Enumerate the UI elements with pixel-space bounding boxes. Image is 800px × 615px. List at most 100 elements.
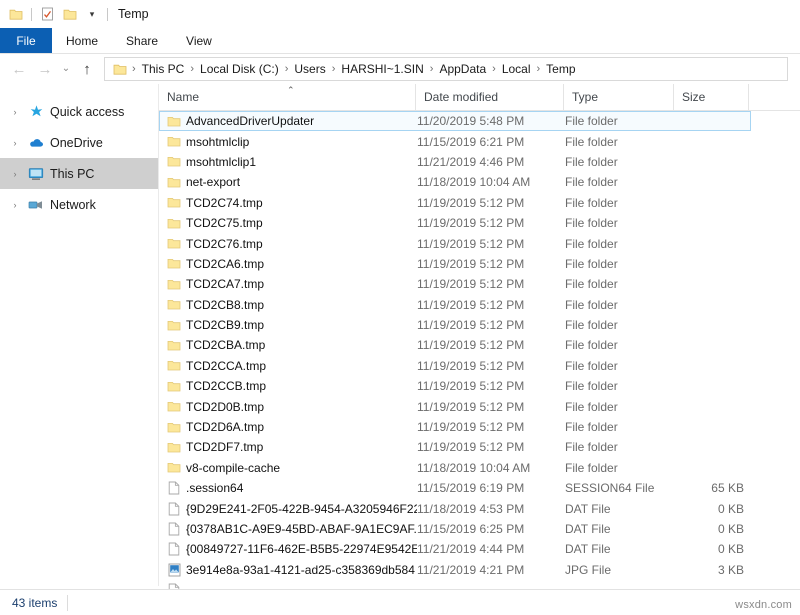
date-modified-cell: 11/19/2019 5:12 PM bbox=[417, 257, 565, 271]
tab-home[interactable]: Home bbox=[52, 28, 112, 53]
file-type-cell: File folder bbox=[565, 135, 675, 149]
file-icon bbox=[160, 522, 182, 536]
file-type-cell: File folder bbox=[565, 114, 675, 128]
file-name-cell: TCD2C75.tmp bbox=[182, 216, 417, 230]
breadcrumb-appdata[interactable]: AppData bbox=[434, 62, 491, 76]
file-size-cell: 65 KB bbox=[675, 481, 750, 495]
date-modified-cell: 11/19/2019 5:12 PM bbox=[417, 216, 565, 230]
folder-icon bbox=[160, 339, 182, 352]
recent-locations-button[interactable]: ⌄ bbox=[58, 56, 74, 82]
table-row[interactable]: v8-compile-cache11/18/2019 10:04 AMFile … bbox=[159, 458, 751, 478]
table-row[interactable]: {0378AB1C-A9E9-45BD-ABAF-9A1EC9AF...11/1… bbox=[159, 519, 751, 539]
sidebar-item-quick-access[interactable]: › Quick access bbox=[0, 96, 158, 127]
image-icon bbox=[160, 563, 182, 577]
ribbon-tab-bar: File Home Share View bbox=[0, 28, 800, 53]
table-row[interactable]: {9D29E241-2F05-422B-9454-A3205946F22...1… bbox=[159, 498, 751, 518]
expand-chevron-icon[interactable]: › bbox=[6, 107, 24, 117]
file-icon bbox=[160, 481, 182, 495]
table-row[interactable]: msohtmlclip11/15/2019 6:21 PMFile folder bbox=[159, 131, 751, 151]
table-row[interactable]: TCD2CCB.tmp11/19/2019 5:12 PMFile folder bbox=[159, 376, 751, 396]
file-name-cell: {0378AB1C-A9E9-45BD-ABAF-9A1EC9AF... bbox=[182, 522, 417, 536]
table-row[interactable]: TCD2C74.tmp11/19/2019 5:12 PMFile folder bbox=[159, 193, 751, 213]
table-row[interactable]: TCD2CB8.tmp11/19/2019 5:12 PMFile folder bbox=[159, 295, 751, 315]
file-icon bbox=[160, 502, 182, 516]
date-modified-cell: 11/19/2019 5:12 PM bbox=[417, 400, 565, 414]
date-modified-cell: 11/19/2019 5:12 PM bbox=[417, 196, 565, 210]
file-size-cell: 0 KB bbox=[675, 502, 750, 516]
file-type-cell: File folder bbox=[565, 155, 675, 169]
new-folder-icon[interactable] bbox=[61, 5, 79, 23]
breadcrumb-local-disk[interactable]: Local Disk (C:) bbox=[195, 62, 284, 76]
table-row[interactable]: TCD2D6A.tmp11/19/2019 5:12 PMFile folder bbox=[159, 417, 751, 437]
column-header-date-modified[interactable]: Date modified bbox=[416, 84, 564, 110]
qat-divider bbox=[31, 8, 32, 21]
table-row[interactable]: TCD2CCA.tmp11/19/2019 5:12 PMFile folder bbox=[159, 356, 751, 376]
properties-icon[interactable] bbox=[38, 5, 56, 23]
column-header-type-label: Type bbox=[572, 90, 598, 104]
column-header-name[interactable]: Name ⌃ bbox=[159, 84, 416, 110]
column-header-size-label: Size bbox=[682, 90, 705, 104]
column-header-type[interactable]: Type bbox=[564, 84, 674, 110]
back-button[interactable]: ← bbox=[6, 56, 32, 82]
item-count-label: 43 items bbox=[0, 596, 57, 610]
file-name-cell: msohtmlclip1 bbox=[182, 155, 417, 169]
customize-quick-access-chevron-icon[interactable]: ▾ bbox=[83, 5, 101, 23]
table-row[interactable]: TCD2D0B.tmp11/19/2019 5:12 PMFile folder bbox=[159, 396, 751, 416]
address-input[interactable]: › This PC › Local Disk (C:) › Users › HA… bbox=[104, 57, 788, 81]
date-modified-cell: 11/21/2019 4:21 PM bbox=[417, 563, 565, 577]
folder-icon bbox=[160, 278, 182, 291]
file-type-cell: File folder bbox=[565, 338, 675, 352]
table-row[interactable]: msohtmlclip111/21/2019 4:46 PMFile folde… bbox=[159, 152, 751, 172]
file-type-cell: DAT File bbox=[565, 542, 675, 556]
up-button[interactable]: ↑ bbox=[74, 56, 100, 82]
table-row[interactable]: TCD2CB9.tmp11/19/2019 5:12 PMFile folder bbox=[159, 315, 751, 335]
tab-file[interactable]: File bbox=[0, 28, 52, 53]
expand-chevron-icon[interactable]: › bbox=[6, 200, 24, 210]
table-row[interactable]: AdvancedDriverUpdater11/20/2019 5:48 PMF… bbox=[159, 111, 751, 131]
folder-icon bbox=[160, 176, 182, 189]
file-type-cell: File folder bbox=[565, 196, 675, 210]
forward-button[interactable]: → bbox=[32, 56, 58, 82]
file-name-cell: TCD2CB9.tmp bbox=[182, 318, 417, 332]
file-name-cell: AdvancedDriverUpdater bbox=[182, 114, 417, 128]
expand-chevron-icon[interactable]: › bbox=[6, 138, 24, 148]
expand-chevron-icon[interactable]: › bbox=[6, 169, 24, 179]
date-modified-cell: 11/18/2019 10:04 AM bbox=[417, 461, 565, 475]
table-row[interactable]: TCD2C76.tmp11/19/2019 5:12 PMFile folder bbox=[159, 233, 751, 253]
file-explorer-window: ▾ Temp File Home Share View ← → ⌄ ↑ › Th… bbox=[0, 0, 800, 615]
breadcrumb-users[interactable]: Users bbox=[289, 62, 330, 76]
file-name-cell: TCD2C76.tmp bbox=[182, 237, 417, 251]
file-type-cell: File folder bbox=[565, 379, 675, 393]
date-modified-cell: 11/19/2019 5:12 PM bbox=[417, 237, 565, 251]
table-row[interactable]: 3e914e8a-93a1-4121-ad25-c358369db58411/2… bbox=[159, 560, 751, 580]
file-size-cell: 3 KB bbox=[675, 563, 750, 577]
date-modified-cell: 11/21/2019 4:46 PM bbox=[417, 155, 565, 169]
table-row[interactable]: TCD2DF7.tmp11/19/2019 5:12 PMFile folder bbox=[159, 437, 751, 457]
breadcrumb-local[interactable]: Local bbox=[497, 62, 536, 76]
table-row[interactable]: net-export11/18/2019 10:04 AMFile folder bbox=[159, 172, 751, 192]
tab-share[interactable]: Share bbox=[112, 28, 172, 53]
tab-view[interactable]: View bbox=[172, 28, 226, 53]
table-row[interactable]: TCD2CBA.tmp11/19/2019 5:12 PMFile folder bbox=[159, 335, 751, 355]
sidebar-item-onedrive[interactable]: › OneDrive bbox=[0, 127, 158, 158]
table-row[interactable]: TCD2CA7.tmp11/19/2019 5:12 PMFile folder bbox=[159, 274, 751, 294]
file-type-cell: DAT File bbox=[565, 502, 675, 516]
date-modified-cell: 11/19/2019 5:12 PM bbox=[417, 338, 565, 352]
file-name-cell: TCD2CA7.tmp bbox=[182, 277, 417, 291]
address-folder-icon bbox=[111, 60, 129, 78]
breadcrumb-this-pc[interactable]: This PC bbox=[137, 62, 190, 76]
folder-icon bbox=[160, 196, 182, 209]
file-name-cell: TCD2D0B.tmp bbox=[182, 400, 417, 414]
table-row[interactable]: .session6411/15/2019 6:19 PMSESSION64 Fi… bbox=[159, 478, 751, 498]
column-header-size[interactable]: Size bbox=[674, 84, 749, 110]
table-row[interactable]: {00849727-11F6-462E-B5B5-22974E9542E...1… bbox=[159, 539, 751, 559]
file-name-cell: TCD2CCA.tmp bbox=[182, 359, 417, 373]
breadcrumb-user[interactable]: HARSHI~1.SIN bbox=[336, 62, 428, 76]
sidebar-item-network[interactable]: › Network bbox=[0, 189, 158, 220]
table-row[interactable]: TCD2C75.tmp11/19/2019 5:12 PMFile folder bbox=[159, 213, 751, 233]
file-size-cell: 0 KB bbox=[675, 542, 750, 556]
breadcrumb-temp[interactable]: Temp bbox=[541, 62, 580, 76]
sidebar-item-this-pc[interactable]: › This PC bbox=[0, 158, 158, 189]
table-row[interactable]: TCD2CA6.tmp11/19/2019 5:12 PMFile folder bbox=[159, 254, 751, 274]
network-icon bbox=[24, 198, 48, 212]
